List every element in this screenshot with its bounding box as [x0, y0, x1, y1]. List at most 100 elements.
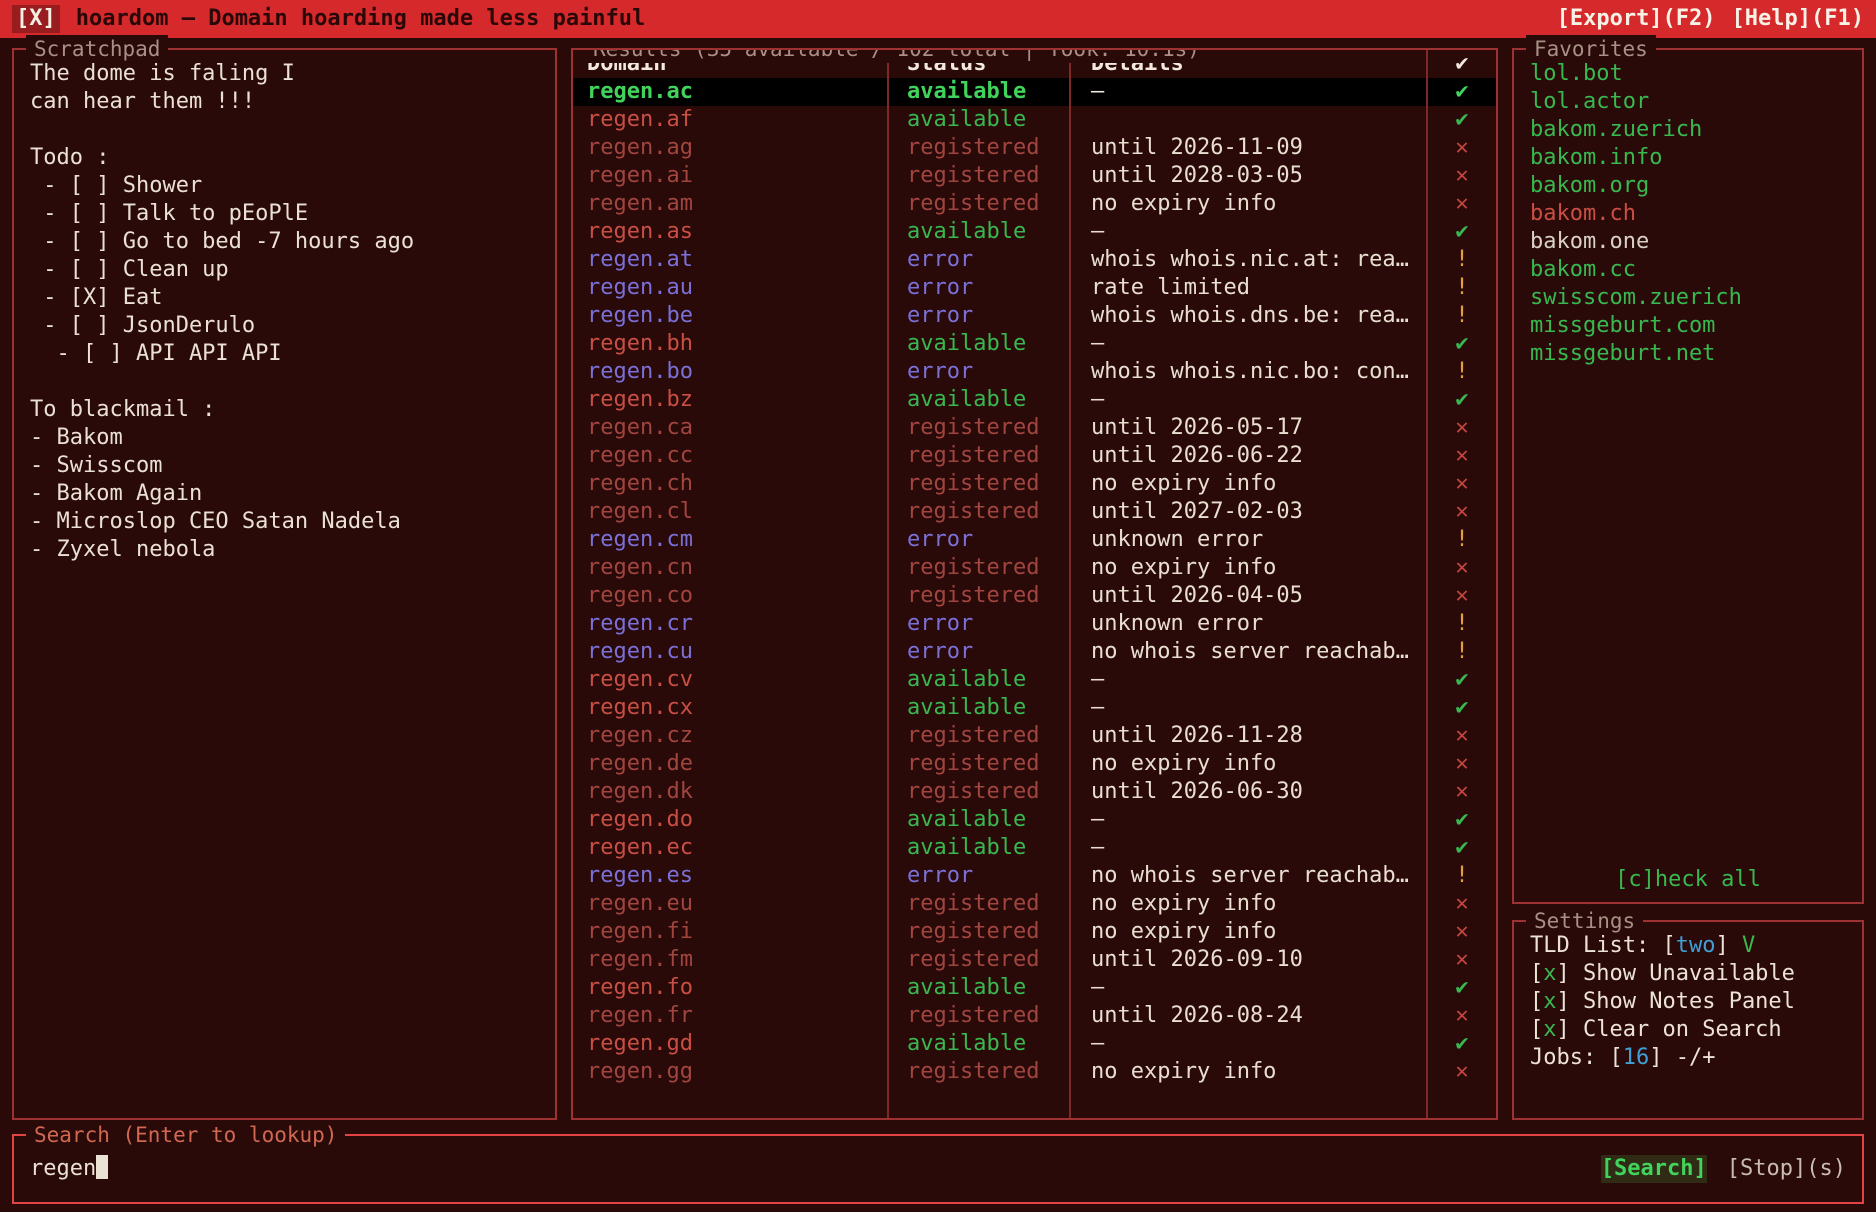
table-row[interactable]: regen.cm error unknown error !: [573, 526, 1496, 554]
details-cell: until 2026-05-17: [1091, 415, 1303, 440]
settings-checkbox[interactable]: [x] Show Notes Panel: [1530, 988, 1846, 1016]
table-row[interactable]: regen.es error no whois server reachab… …: [573, 862, 1496, 890]
check-all-button[interactable]: [c]heck all: [1530, 866, 1846, 894]
status-mark-icon: !: [1455, 247, 1468, 272]
search-button[interactable]: [Search]: [1601, 1155, 1707, 1183]
chevron-down-icon[interactable]: V: [1742, 933, 1755, 958]
table-row[interactable]: regen.cu error no whois server reachab… …: [573, 638, 1496, 666]
table-row[interactable]: regen.fo available — ✔: [573, 974, 1496, 1002]
table-row[interactable]: regen.cc registered until 2026-06-22 ✕: [573, 442, 1496, 470]
details-cell: no expiry info: [1091, 471, 1276, 496]
status-mark-icon: !: [1455, 639, 1468, 664]
table-row[interactable]: regen.cn registered no expiry info ✕: [573, 554, 1496, 582]
favorite-item[interactable]: bakom.one: [1530, 228, 1846, 256]
table-row[interactable]: regen.ch registered no expiry info ✕: [573, 470, 1496, 498]
domain-cell: regen.bz: [587, 387, 693, 412]
settings-panel: Settings TLD List: [two] V [x] Show Unav…: [1512, 920, 1864, 1120]
settings-checkbox[interactable]: [x] Clear on Search: [1530, 1016, 1846, 1044]
table-row[interactable]: regen.bh available — ✔: [573, 330, 1496, 358]
favorite-item[interactable]: bakom.org: [1530, 172, 1846, 200]
details-cell: no whois server reachab…: [1091, 639, 1409, 664]
table-row[interactable]: regen.ai registered until 2028-03-05 ✕: [573, 162, 1496, 190]
favorite-item[interactable]: lol.actor: [1530, 88, 1846, 116]
domain-cell: regen.am: [587, 191, 693, 216]
status-mark-icon: ✕: [1455, 947, 1468, 972]
table-row[interactable]: regen.cx available — ✔: [573, 694, 1496, 722]
table-row[interactable]: regen.ca registered until 2026-05-17 ✕: [573, 414, 1496, 442]
jobs-label: Jobs: [: [1530, 1045, 1623, 1070]
jobs-stepper[interactable]: Jobs: [16] -/+: [1530, 1044, 1846, 1072]
jobs-minus-plus-buttons[interactable]: -/+: [1676, 1045, 1716, 1070]
table-row[interactable]: regen.cl registered until 2027-02-03 ✕: [573, 498, 1496, 526]
scratchpad-textarea[interactable]: The dome is faling I can hear them !!! T…: [30, 60, 539, 564]
favorite-item[interactable]: swisscom.zuerich: [1530, 284, 1846, 312]
search-input[interactable]: regen: [30, 1155, 1581, 1183]
status-mark-icon: ✔: [1455, 667, 1468, 692]
status-mark-icon: ✕: [1455, 191, 1468, 216]
status-cell: registered: [907, 1003, 1039, 1028]
table-row[interactable]: regen.cr error unknown error !: [573, 610, 1496, 638]
table-row[interactable]: regen.bz available — ✔: [573, 386, 1496, 414]
domain-cell: regen.as: [587, 219, 693, 244]
favorite-item[interactable]: bakom.zuerich: [1530, 116, 1846, 144]
results-table-body: regen.ac available — ✔ regen.af availabl…: [573, 78, 1496, 1086]
status-mark-icon: ✕: [1455, 751, 1468, 776]
favorite-item[interactable]: bakom.ch: [1530, 200, 1846, 228]
domain-cell: regen.fi: [587, 919, 693, 944]
status-cell: registered: [907, 891, 1039, 916]
table-row[interactable]: regen.bo error whois whois.nic.bo: con… …: [573, 358, 1496, 386]
status-mark-icon: !: [1455, 359, 1468, 384]
domain-cell: regen.ec: [587, 835, 693, 860]
help-button[interactable]: [Help](F1): [1732, 5, 1864, 33]
table-row[interactable]: regen.fr registered until 2026-08-24 ✕: [573, 1002, 1496, 1030]
table-row[interactable]: regen.cv available — ✔: [573, 666, 1496, 694]
favorite-item[interactable]: bakom.info: [1530, 144, 1846, 172]
domain-cell: regen.fr: [587, 1003, 693, 1028]
table-row[interactable]: regen.at error whois whois.nic.at: rea… …: [573, 246, 1496, 274]
table-row[interactable]: regen.eu registered no expiry info ✕: [573, 890, 1496, 918]
table-row[interactable]: regen.af available ✔: [573, 106, 1496, 134]
favorite-item[interactable]: missgeburt.net: [1530, 340, 1846, 368]
status-cell: registered: [907, 415, 1039, 440]
details-cell: no expiry info: [1091, 1059, 1276, 1084]
table-row[interactable]: regen.ac available — ✔: [573, 78, 1496, 106]
favorite-item[interactable]: bakom.cc: [1530, 256, 1846, 284]
table-row[interactable]: regen.ag registered until 2026-11-09 ✕: [573, 134, 1496, 162]
table-row[interactable]: regen.as available — ✔: [573, 218, 1496, 246]
details-cell: —: [1091, 1031, 1104, 1056]
status-mark-icon: ✔: [1455, 79, 1468, 104]
settings-checkbox[interactable]: [x] Show Unavailable: [1530, 960, 1846, 988]
table-row[interactable]: regen.fi registered no expiry info ✕: [573, 918, 1496, 946]
table-row[interactable]: regen.gd available — ✔: [573, 1030, 1496, 1058]
details-cell: —: [1091, 331, 1104, 356]
results-panel-title: Results (35 available / 102 total | Took…: [585, 48, 1208, 63]
close-button[interactable]: [X]: [12, 5, 60, 33]
status-mark-icon: ✕: [1455, 891, 1468, 916]
domain-cell: regen.ai: [587, 163, 693, 188]
domain-cell: regen.gd: [587, 1031, 693, 1056]
table-row[interactable]: regen.au error rate limited !: [573, 274, 1496, 302]
status-cell: registered: [907, 135, 1039, 160]
results-panel: Results (35 available / 102 total | Took…: [571, 48, 1498, 1120]
favorite-item[interactable]: missgeburt.com: [1530, 312, 1846, 340]
domain-cell: regen.cz: [587, 723, 693, 748]
domain-cell: regen.fo: [587, 975, 693, 1000]
stop-button[interactable]: [Stop](s): [1727, 1155, 1846, 1183]
table-row[interactable]: regen.gg registered no expiry info ✕: [573, 1058, 1496, 1086]
details-cell: —: [1091, 387, 1104, 412]
app-title: hoardom — Domain hoarding made less pain…: [76, 5, 646, 33]
status-mark-icon: !: [1455, 527, 1468, 552]
table-row[interactable]: regen.ec available — ✔: [573, 834, 1496, 862]
status-mark-icon: ✕: [1455, 499, 1468, 524]
table-row[interactable]: regen.cz registered until 2026-11-28 ✕: [573, 722, 1496, 750]
table-row[interactable]: regen.dk registered until 2026-06-30 ✕: [573, 778, 1496, 806]
table-row[interactable]: regen.be error whois whois.dns.be: rea… …: [573, 302, 1496, 330]
table-row[interactable]: regen.do available — ✔: [573, 806, 1496, 834]
export-button[interactable]: [Export](F2): [1557, 5, 1716, 33]
table-row[interactable]: regen.de registered no expiry info ✕: [573, 750, 1496, 778]
table-row[interactable]: regen.fm registered until 2026-09-10 ✕: [573, 946, 1496, 974]
table-row[interactable]: regen.am registered no expiry info ✕: [573, 190, 1496, 218]
tld-list-dropdown[interactable]: TLD List: [two] V: [1530, 932, 1846, 960]
favorite-item[interactable]: lol.bot: [1530, 60, 1846, 88]
table-row[interactable]: regen.co registered until 2026-04-05 ✕: [573, 582, 1496, 610]
